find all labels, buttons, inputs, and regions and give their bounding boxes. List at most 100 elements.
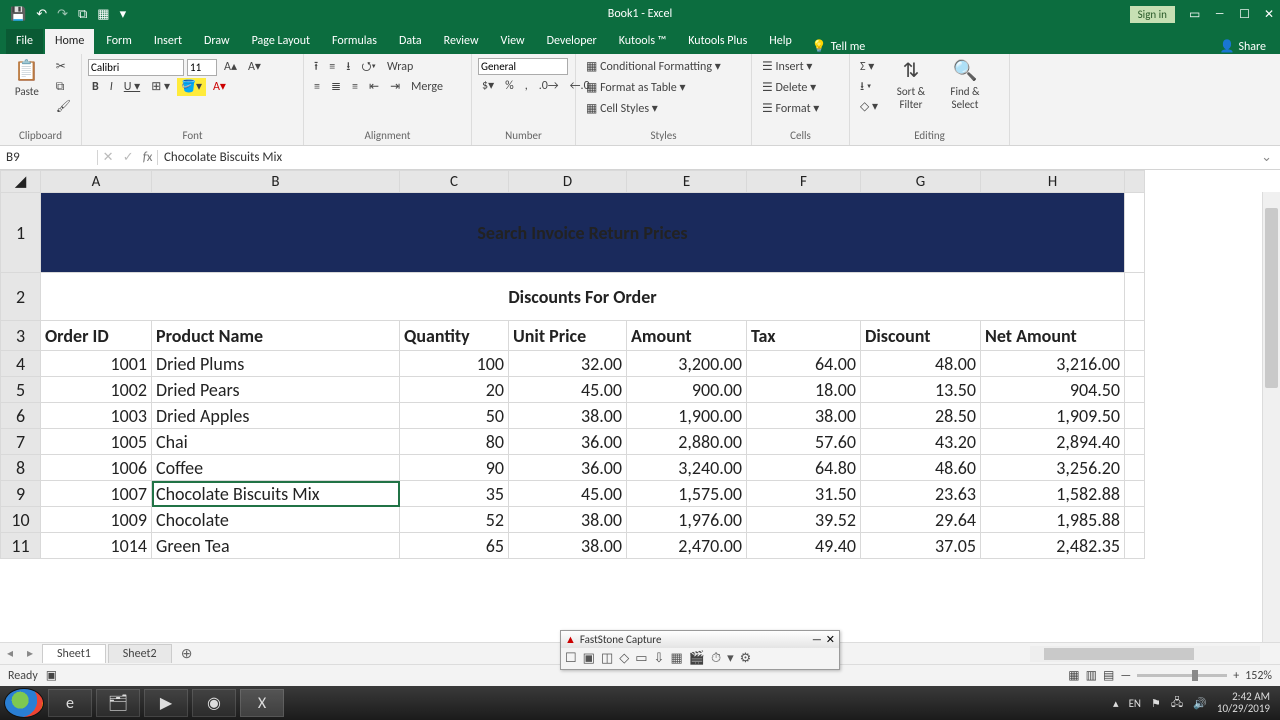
sheet-nav-prev-icon[interactable]: ◂ (7, 646, 13, 661)
faststone-delay-icon[interactable]: ⏱ (711, 651, 721, 666)
zoom-slider[interactable] (1137, 674, 1227, 677)
add-sheet-button[interactable]: ⊕ (176, 645, 198, 662)
sort-filter-button[interactable]: ⇅ Sort & Filter (886, 58, 936, 111)
save-icon[interactable]: 💾 (10, 7, 26, 22)
vertical-scrollbar[interactable] (1262, 192, 1280, 642)
tab-kutools-plus[interactable]: Kutools Plus (678, 29, 757, 54)
name-box[interactable]: B9 (0, 150, 98, 165)
align-center-icon[interactable]: ≣ (327, 78, 345, 96)
col-header-C[interactable]: C (400, 171, 509, 193)
font-color-button[interactable]: A▾ (209, 78, 230, 96)
underline-button[interactable]: U ▾ (120, 78, 144, 96)
header-tax[interactable]: Tax (747, 321, 861, 351)
tab-formulas[interactable]: Formulas (322, 29, 387, 54)
border-button[interactable]: ⊞ ▾ (147, 78, 174, 96)
banner-title-cell[interactable]: Search Invoice Return Prices (41, 193, 1125, 273)
tab-review[interactable]: Review (434, 29, 489, 54)
col-header-G[interactable]: G (861, 171, 981, 193)
tab-insert[interactable]: Insert (144, 29, 192, 54)
tray-expand-icon[interactable]: ▴ (1113, 697, 1119, 710)
row-header-3[interactable]: 3 (1, 321, 41, 351)
tab-data[interactable]: Data (389, 29, 432, 54)
tray-network-icon[interactable]: 🖧 (1171, 694, 1183, 713)
faststone-settings-icon[interactable]: ⚙ (740, 651, 752, 666)
capture-window-object-icon[interactable]: ▣ (583, 651, 595, 666)
enter-formula-icon[interactable]: ✓ (123, 150, 134, 165)
insert-cells-button[interactable]: ☰ Insert ▾ (758, 58, 816, 76)
touch-mode-icon[interactable]: ⧉ (78, 7, 87, 22)
taskbar-excel-icon[interactable]: X (240, 689, 284, 717)
maximize-icon[interactable]: ☐ (1239, 7, 1250, 22)
row-header-2[interactable]: 2 (1, 273, 41, 321)
accounting-format-icon[interactable]: $▾ (478, 77, 498, 95)
clear-icon[interactable]: ◇ ▾ (856, 98, 882, 116)
tray-volume-icon[interactable]: 🔊 (1193, 697, 1207, 710)
qat-dropdown-icon[interactable]: ▾ (120, 7, 127, 22)
taskbar-explorer-icon[interactable]: 🗂 (96, 689, 140, 717)
increase-decimal-icon[interactable]: .0→ (535, 77, 563, 95)
increase-font-icon[interactable]: A▴ (220, 58, 241, 76)
screen-recorder-icon[interactable]: 🎬 (689, 651, 705, 666)
increase-indent-icon[interactable]: ⇥ (386, 78, 404, 96)
align-bottom-icon[interactable]: ⭳ (342, 58, 354, 76)
sign-in-button[interactable]: Sign in (1130, 6, 1175, 23)
horizontal-scrollbar[interactable] (1030, 646, 1260, 662)
macro-record-icon[interactable]: ▣ (46, 668, 57, 683)
taskbar-chrome-icon[interactable]: ◉ (192, 689, 236, 717)
capture-active-window-icon[interactable]: ☐ (565, 651, 577, 666)
tray-lang-indicator[interactable]: EN (1129, 697, 1141, 710)
align-top-icon[interactable]: ⭱ (310, 58, 322, 76)
cut-icon[interactable]: ✂ (52, 58, 75, 76)
faststone-minimize-icon[interactable]: — (812, 633, 822, 646)
tab-developer[interactable]: Developer (537, 29, 607, 54)
tab-draw[interactable]: Draw (194, 29, 240, 54)
tray-action-center-icon[interactable]: ⚑ (1151, 697, 1161, 710)
undo-icon[interactable]: ↶ (36, 7, 47, 22)
taskbar-media-player-icon[interactable]: ▶ (144, 689, 188, 717)
row-header[interactable]: 9 (1, 481, 41, 507)
close-icon[interactable]: ✕ (1264, 7, 1274, 22)
view-page-break-icon[interactable]: ▤ (1103, 668, 1114, 683)
number-format-select[interactable] (478, 58, 568, 75)
col-header-H[interactable]: H (981, 171, 1125, 193)
tab-help[interactable]: Help (759, 29, 802, 54)
merge-button[interactable]: Merge (407, 78, 447, 96)
header-product-name[interactable]: Product Name (152, 321, 400, 351)
italic-button[interactable]: I (106, 78, 117, 96)
share-button[interactable]: 👤 Share (1219, 39, 1266, 54)
align-right-icon[interactable]: ≡ (348, 78, 362, 96)
capture-scrolling-icon[interactable]: ⇩ (654, 651, 665, 666)
percent-format-icon[interactable]: % (501, 77, 518, 95)
col-header-B[interactable]: B (152, 171, 400, 193)
formula-bar-expand-icon[interactable]: ⌄ (1253, 150, 1280, 165)
header-discount[interactable]: Discount (861, 321, 981, 351)
font-size-select[interactable] (187, 59, 217, 76)
ribbon-display-icon[interactable]: ▭ (1189, 7, 1200, 22)
start-button[interactable] (4, 688, 44, 718)
row-header[interactable]: 5 (1, 377, 41, 403)
faststone-close-icon[interactable]: ✕ (826, 633, 835, 646)
tray-clock[interactable]: 2:42 AM 10/29/2019 (1217, 691, 1270, 715)
row-header-1[interactable]: 1 (1, 193, 41, 273)
zoom-level[interactable]: 152% (1245, 669, 1272, 683)
align-left-icon[interactable]: ≡ (310, 78, 324, 96)
view-normal-icon[interactable]: ▦ (1068, 668, 1079, 683)
find-select-button[interactable]: 🔍 Find & Select (940, 58, 990, 111)
row-header[interactable]: 6 (1, 403, 41, 429)
redo-icon[interactable]: ↷ (57, 7, 68, 22)
format-as-table-button[interactable]: ▦ Format as Table ▾ (582, 79, 689, 97)
col-header-E[interactable]: E (627, 171, 747, 193)
header-unit-price[interactable]: Unit Price (509, 321, 627, 351)
sheet-tab-sheet2[interactable]: Sheet2 (108, 644, 172, 663)
sheet-tab-sheet1[interactable]: Sheet1 (42, 644, 106, 663)
subtitle-cell[interactable]: Discounts For Order (41, 273, 1125, 321)
header-order-id[interactable]: Order ID (41, 321, 152, 351)
col-header-D[interactable]: D (509, 171, 627, 193)
bold-button[interactable]: B (88, 78, 103, 96)
row-header[interactable]: 10 (1, 507, 41, 533)
cell-styles-button[interactable]: ▦ Cell Styles ▾ (582, 100, 662, 118)
zoom-out-icon[interactable]: — (1120, 669, 1131, 683)
paste-button[interactable]: 📋 Paste (6, 58, 48, 98)
comma-format-icon[interactable]: , (521, 77, 532, 95)
font-name-select[interactable] (88, 59, 184, 76)
